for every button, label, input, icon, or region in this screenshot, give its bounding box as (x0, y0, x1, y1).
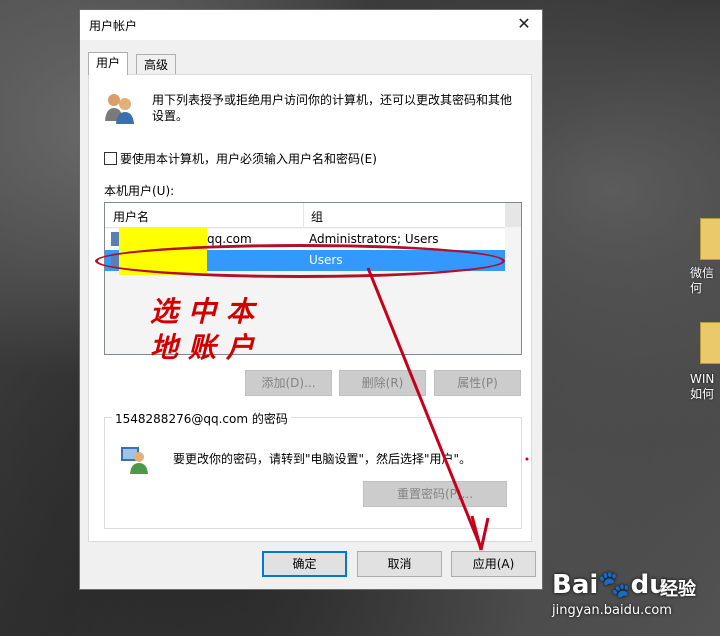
tab-users[interactable]: 用户 (88, 52, 129, 75)
desktop-icon-label[interactable]: WIN 如何 (690, 372, 720, 402)
watermark-title: 经验 (660, 579, 696, 600)
password-instructions: 要更改你的密码，请转到"电脑设置"，然后选择"用户"。 (173, 452, 472, 466)
properties-button[interactable]: 属性(P) (434, 370, 521, 396)
baidu-logo: Bai🐾du (552, 570, 668, 600)
list-scroll-corner (505, 203, 521, 227)
watermark-url: jingyan.baidu.com (552, 603, 672, 618)
users-icon (105, 94, 134, 124)
title-bar[interactable]: 用户帐户 ✕ (80, 10, 542, 40)
cancel-button[interactable]: 取消 (357, 551, 442, 577)
description-text: 用下列表授予或拒绝用户访问你的计算机，还可以更改其密码和其他设置。 (152, 93, 513, 123)
window-title: 用户帐户 (89, 19, 138, 33)
column-header-username[interactable]: 用户名 (113, 208, 149, 225)
paw-icon: 🐾 (598, 570, 631, 600)
column-divider[interactable] (303, 203, 304, 227)
apply-button[interactable]: 应用(A) (451, 551, 536, 577)
folder-icon[interactable] (700, 218, 720, 260)
annotation-text: 地账户 (150, 331, 265, 364)
local-users-label: 本机用户(U): (104, 184, 175, 198)
user-key-icon (121, 447, 148, 474)
list-header: 用户名 组 (105, 203, 505, 228)
require-password-label[interactable]: 要使用本计算机，用户必须输入用户名和密码(E) (120, 150, 377, 167)
desktop-icon-label[interactable]: 微信 何 (690, 266, 720, 296)
baidu-logo-text: Bai (552, 570, 599, 600)
close-icon[interactable]: ✕ (514, 14, 534, 34)
highlight-ellipse (95, 244, 505, 278)
require-password-checkbox[interactable] (104, 152, 117, 165)
password-group (104, 417, 522, 529)
password-group-title: 1548288276@qq.com 的密码 (112, 410, 291, 427)
folder-icon[interactable] (700, 322, 720, 364)
tab-advanced[interactable]: 高级 (136, 54, 177, 75)
column-header-group[interactable]: 组 (311, 208, 323, 225)
ok-button[interactable]: 确定 (262, 551, 347, 577)
add-user-button[interactable]: 添加(D)... (245, 370, 332, 396)
remove-user-button[interactable]: 删除(R) (339, 370, 426, 396)
annotation-text: 选中本 (150, 295, 265, 328)
user-accounts-dialog: 用户帐户 ✕ 用户 高级 用下列表授予或拒绝用户访问你的计算机，还可以更改其密码… (79, 9, 543, 590)
reset-password-button[interactable]: 重置密码(P)... (363, 481, 507, 507)
